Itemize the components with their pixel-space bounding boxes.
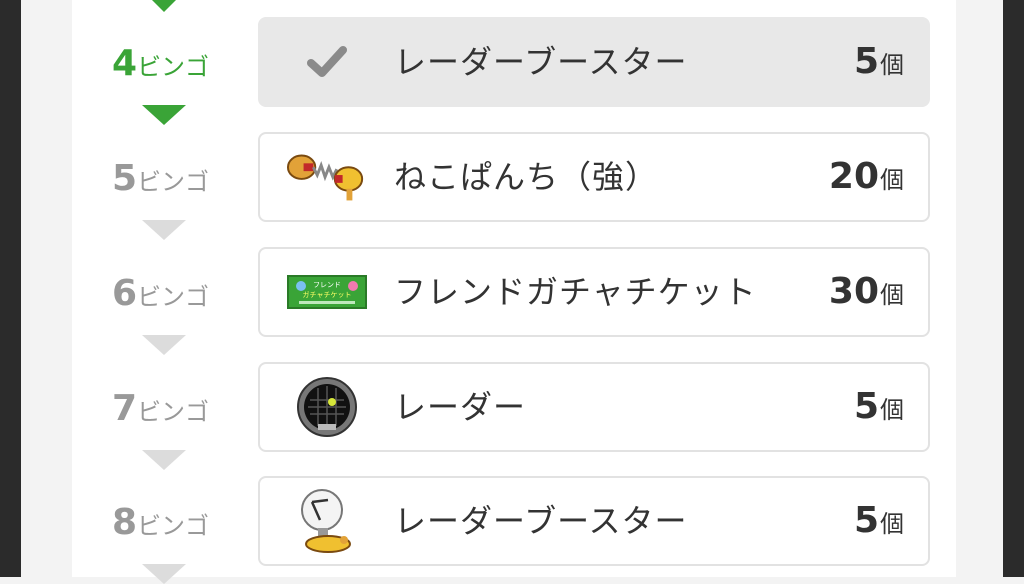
step-arrow: [142, 564, 186, 584]
reward-count: 5個: [854, 364, 904, 450]
count-unit: 個: [880, 396, 904, 424]
bingo-label: 5ビンゴ: [112, 161, 222, 200]
bingo-number: 4: [112, 43, 137, 84]
bingo-suffix: ビンゴ: [137, 283, 210, 311]
reward-name: フレンドガチャチケット: [394, 273, 757, 311]
step-arrow-active: [142, 105, 186, 125]
step-arrow: [142, 220, 186, 240]
bingo-number: 5: [112, 158, 137, 199]
count-value: 5: [853, 41, 879, 82]
bingo-number: 8: [112, 502, 137, 543]
reward-name: レーダーブースター: [394, 502, 688, 540]
count-value: 5: [853, 386, 879, 427]
bingo-label: 8ビンゴ: [112, 505, 222, 544]
reward-count: 30個: [829, 249, 904, 335]
friend-gacha-ticket-icon: フレンド ガチャチケット: [286, 261, 368, 323]
cat-punch-icon: [286, 146, 368, 208]
reward-name: レーダーブースター: [394, 43, 688, 81]
bingo-label: 7ビンゴ: [112, 391, 222, 430]
screen-frame-left: [0, 0, 21, 577]
reward-count: 5個: [854, 19, 904, 105]
ticket-text-top: フレンド: [313, 281, 341, 289]
bingo-number: 7: [112, 388, 137, 429]
step-arrow: [142, 450, 186, 470]
ticket-text-main: ガチャチケット: [303, 290, 352, 299]
bingo-number: 6: [112, 273, 137, 314]
reward-count: 20個: [829, 134, 904, 220]
reward-card[interactable]: フレンド ガチャチケット フレンドガチャチケット 30個: [258, 247, 930, 337]
radar-booster-icon: [286, 489, 368, 553]
count-value: 20: [828, 156, 879, 197]
reward-card[interactable]: レーダー 5個: [258, 362, 930, 452]
bingo-label: 6ビンゴ: [112, 276, 222, 315]
reward-count: 5個: [854, 478, 904, 564]
count-unit: 個: [880, 510, 904, 538]
screen-frame-right: [1003, 0, 1024, 577]
bingo-suffix: ビンゴ: [137, 398, 210, 426]
bingo-suffix: ビンゴ: [137, 512, 210, 540]
bingo-suffix: ビンゴ: [137, 168, 210, 196]
reward-name: レーダー: [394, 388, 527, 426]
bingo-suffix: ビンゴ: [137, 53, 210, 81]
check-icon: [286, 31, 368, 93]
step-arrow: [142, 335, 186, 355]
count-unit: 個: [880, 281, 904, 309]
step-arrow: [152, 0, 176, 12]
count-value: 30: [828, 271, 879, 312]
reward-card[interactable]: レーダーブースター 5個: [258, 476, 930, 566]
radar-icon: [286, 376, 368, 438]
reward-card-completed[interactable]: レーダーブースター 5個: [258, 17, 930, 107]
count-value: 5: [853, 500, 879, 541]
count-unit: 個: [880, 51, 904, 79]
reward-name: ねこぱんち（強）: [394, 158, 659, 196]
bingo-label: 4ビンゴ: [112, 46, 222, 85]
reward-card[interactable]: ねこぱんち（強） 20個: [258, 132, 930, 222]
count-unit: 個: [880, 166, 904, 194]
